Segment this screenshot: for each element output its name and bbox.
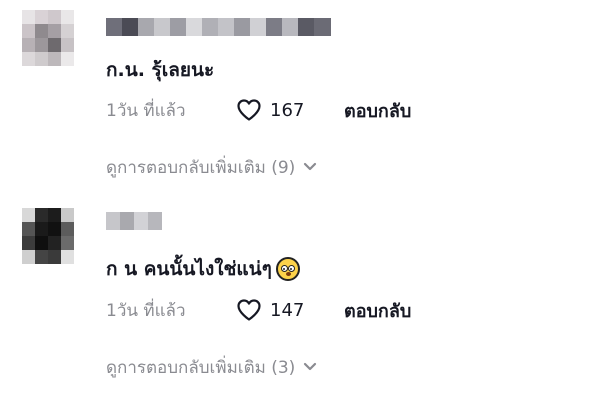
flushed-face-emoji-icon xyxy=(275,257,300,281)
heart-icon[interactable] xyxy=(236,298,262,322)
avatar[interactable] xyxy=(22,10,74,66)
avatar[interactable] xyxy=(22,208,74,264)
reply-button[interactable]: ตอบกลับ xyxy=(344,296,411,325)
comment-item: ก.น. รุ้เลยนะ 1วัน ที่แล้ว 167 ตอบกลับ ด… xyxy=(0,0,600,200)
heart-icon[interactable] xyxy=(236,98,262,122)
comment-timestamp: 1วัน ที่แล้ว xyxy=(106,100,186,121)
username-redacted[interactable] xyxy=(106,212,162,230)
comment-item: ก น คนนั้นไงใช่แน่ๆ 1วัน ที่แล้ว 147 ตอบ… xyxy=(0,200,600,409)
comment-meta: 1วัน ที่แล้ว 147 ตอบกลับ xyxy=(106,297,600,323)
reply-button[interactable]: ตอบกลับ xyxy=(344,96,411,125)
chevron-down-icon xyxy=(304,362,317,371)
like-count: 167 xyxy=(270,99,305,121)
comment-meta: 1วัน ที่แล้ว 167 ตอบกลับ xyxy=(106,97,600,123)
comment-text: ก น คนนั้นไงใช่แน่ๆ xyxy=(106,254,300,284)
username-redacted[interactable] xyxy=(106,18,331,36)
chevron-down-icon xyxy=(304,162,317,171)
like-button[interactable]: 147 xyxy=(236,298,344,322)
like-count: 147 xyxy=(270,299,305,321)
view-more-replies-label: ดูการตอบกลับเพิ่มเติม (3) xyxy=(106,357,296,378)
view-more-replies-button[interactable]: ดูการตอบกลับเพิ่มเติม (9) xyxy=(106,154,317,180)
comment-text: ก.น. รุ้เลยนะ xyxy=(106,59,215,81)
like-button[interactable]: 167 xyxy=(236,98,344,122)
view-more-replies-button[interactable]: ดูการตอบกลับเพิ่มเติม (3) xyxy=(106,354,317,380)
view-more-replies-label: ดูการตอบกลับเพิ่มเติม (9) xyxy=(106,157,296,178)
comment-timestamp: 1วัน ที่แล้ว xyxy=(106,300,186,321)
